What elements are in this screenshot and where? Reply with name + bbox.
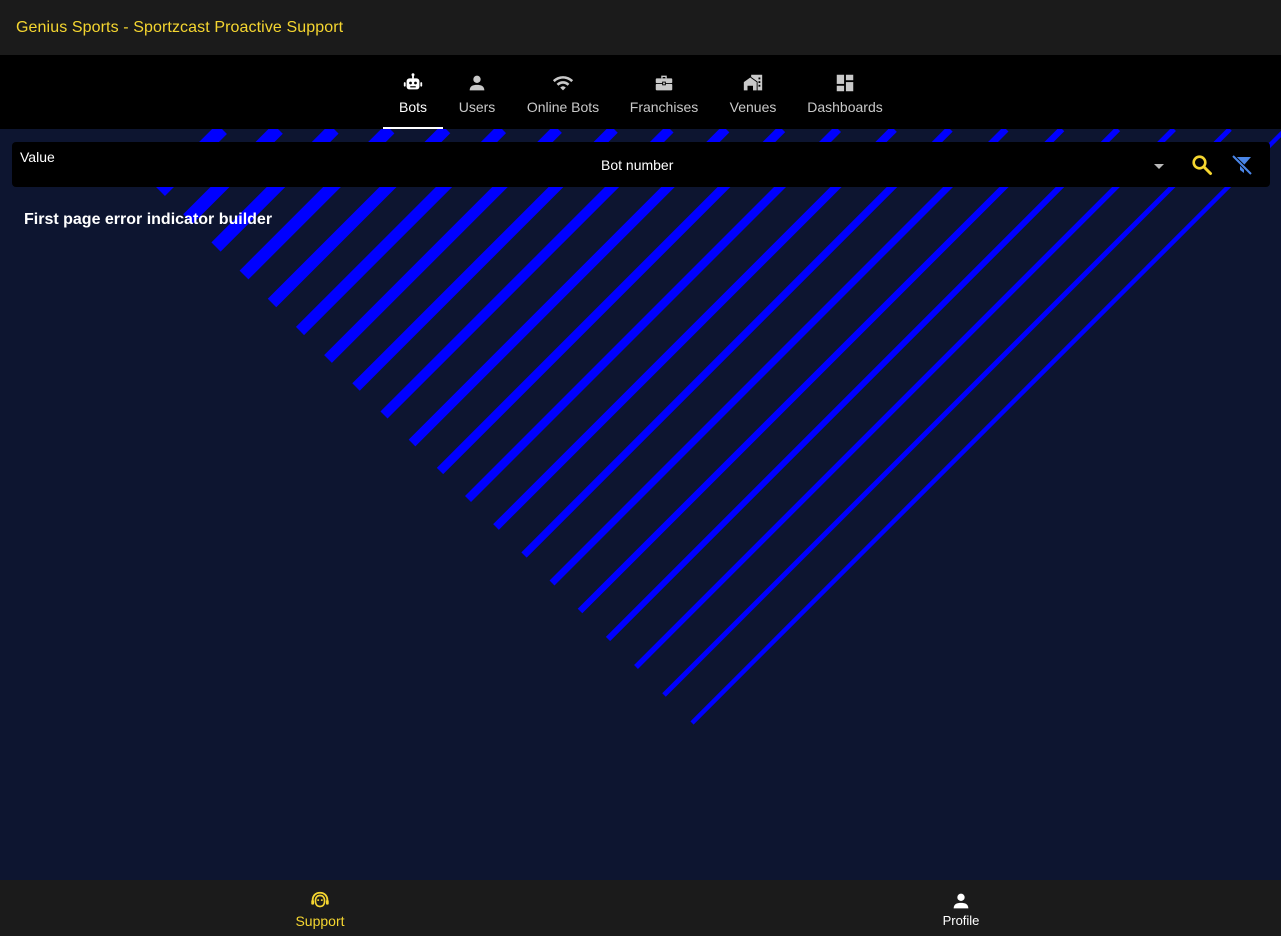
support-label: Support: [295, 913, 345, 929]
profile-label: Profile: [942, 913, 980, 928]
tab-venues[interactable]: Venues: [722, 55, 784, 129]
tab-dashboards-label: Dashboards: [807, 99, 883, 115]
clear-filter-icon[interactable]: [1230, 153, 1254, 177]
background-stripe: [521, 129, 953, 558]
tab-venues-label: Venues: [729, 99, 777, 115]
tab-franchises-label: Franchises: [629, 99, 699, 115]
tab-online-bots[interactable]: Online Bots: [519, 55, 607, 129]
background-stripe: [549, 129, 1009, 586]
background-stripes: [155, 129, 1281, 725]
top-tabs: Bots Users Online Bots Franchises Venues…: [0, 55, 1281, 129]
wifi-icon: [552, 76, 574, 91]
background-stripe: [634, 129, 1176, 669]
person-icon: [469, 75, 485, 91]
briefcase-icon: [655, 75, 673, 91]
tab-dashboards[interactable]: Dashboards: [800, 55, 890, 129]
support-agent-icon: [311, 891, 329, 908]
search-bar: Value Bot number: [12, 142, 1270, 187]
background-stripe: [605, 129, 1121, 642]
main-content: Value Bot number First page error indica…: [0, 129, 1281, 880]
bottom-nav: Support Profile: [0, 880, 1281, 936]
search-icon[interactable]: [1190, 153, 1214, 177]
bottom-nav-profile[interactable]: Profile: [641, 880, 1281, 936]
tab-users[interactable]: Users: [449, 55, 505, 129]
bottom-nav-support[interactable]: Support: [0, 880, 640, 936]
value-label: Value: [20, 149, 55, 165]
field-select[interactable]: Bot number: [601, 157, 673, 173]
tab-bots[interactable]: Bots: [383, 55, 443, 129]
dropdown-arrow-icon[interactable]: [1154, 161, 1164, 171]
tab-online-bots-label: Online Bots: [526, 99, 600, 115]
app-title: Genius Sports - Sportzcast Proactive Sup…: [16, 18, 344, 36]
building-icon: [743, 74, 763, 91]
dashboard-icon: [836, 74, 854, 92]
page-heading: First page error indicator builder: [24, 211, 273, 228]
person-icon: [953, 893, 969, 909]
tab-users-label: Users: [458, 99, 496, 115]
robot-icon: [403, 73, 423, 90]
tab-franchises[interactable]: Franchises: [622, 55, 706, 129]
app-bar: Genius Sports - Sportzcast Proactive Sup…: [0, 0, 1281, 55]
tab-bots-label: Bots: [398, 99, 427, 115]
background-stripe: [690, 130, 1281, 725]
